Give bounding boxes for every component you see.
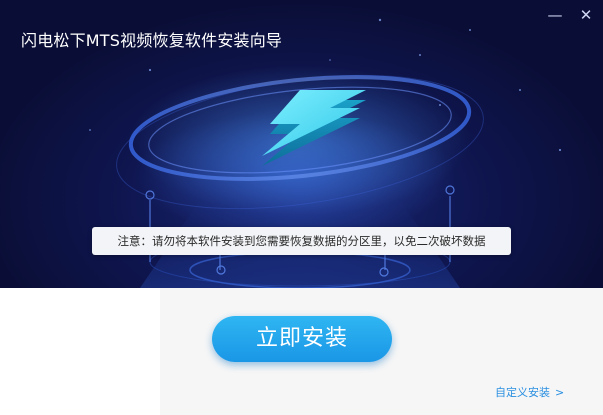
custom-install-link[interactable]: 自定义安装 >	[495, 384, 564, 400]
chevron-right-icon: >	[555, 386, 565, 399]
close-icon[interactable]: ✕	[575, 5, 597, 25]
installer-window: 闪电松下MTS视频恢复软件安装向导 — ✕ 注意：请勿将本软件安装到您需要恢复数…	[0, 0, 603, 415]
footer-panel: 立即安装 自定义安装 >	[0, 288, 603, 415]
window-title: 闪电松下MTS视频恢复软件安装向导	[21, 31, 283, 50]
header-banner: 闪电松下MTS视频恢复软件安装向导 — ✕ 注意：请勿将本软件安装到您需要恢复数…	[0, 0, 603, 288]
warning-notice: 注意：请勿将本软件安装到您需要恢复数据的分区里，以免二次破坏数据	[92, 227, 511, 255]
footer-left-panel	[0, 288, 160, 415]
install-now-button[interactable]: 立即安装	[212, 316, 392, 362]
custom-install-label: 自定义安装	[495, 386, 550, 399]
minimize-icon[interactable]: —	[544, 5, 566, 25]
